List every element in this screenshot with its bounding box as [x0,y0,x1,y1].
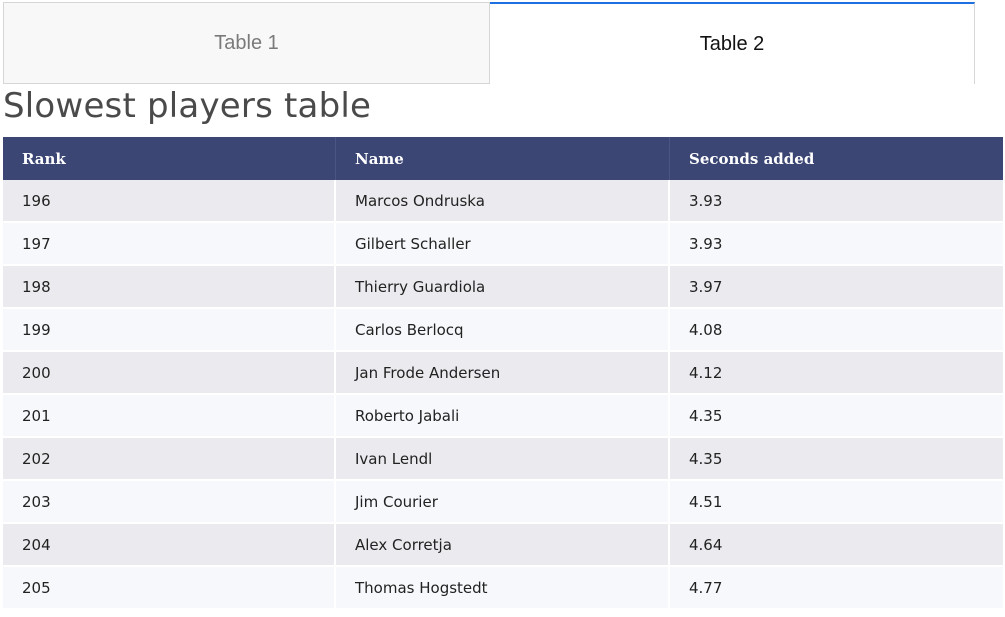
table-row: 204 Alex Corretja 4.64 [3,524,1003,567]
table-row: 205 Thomas Hogstedt 4.77 [3,567,1003,610]
name-cell: Roberto Jabali [336,395,670,438]
tab-bar: Table 1 Table 2 [3,2,975,84]
seconds-added-cell: 4.12 [670,352,1003,395]
rank-cell: 205 [3,567,336,610]
slowest-players-table: Rank Name Seconds added 196 Marcos Ondrus… [3,137,1003,610]
rank-cell: 196 [3,180,336,223]
seconds-added-cell: 4.35 [670,395,1003,438]
seconds-added-cell: 4.64 [670,524,1003,567]
seconds-added-cell: 3.93 [670,180,1003,223]
tab-table-2[interactable]: Table 2 [490,2,975,84]
rank-cell: 201 [3,395,336,438]
table-row: 197 Gilbert Schaller 3.93 [3,223,1003,266]
tab-table-1[interactable]: Table 1 [3,2,490,84]
table-header: Rank Name Seconds added [3,137,1003,180]
table-row: 202 Ivan Lendl 4.35 [3,438,1003,481]
header-row: Rank Name Seconds added [3,137,1003,180]
name-cell: Thierry Guardiola [336,266,670,309]
tab-table-1-label: Table 1 [214,31,279,54]
name-cell: Alex Corretja [336,524,670,567]
players-table-container: Rank Name Seconds added 196 Marcos Ondrus… [3,137,1003,610]
seconds-added-cell: 4.35 [670,438,1003,481]
name-cell: Jim Courier [336,481,670,524]
rank-cell: 204 [3,524,336,567]
seconds-added-cell: 3.97 [670,266,1003,309]
name-cell: Carlos Berlocq [336,309,670,352]
column-header-rank[interactable]: Rank [3,137,336,180]
table-row: 203 Jim Courier 4.51 [3,481,1003,524]
name-cell: Thomas Hogstedt [336,567,670,610]
name-cell: Jan Frode Andersen [336,352,670,395]
name-cell: Gilbert Schaller [336,223,670,266]
seconds-added-cell: 3.93 [670,223,1003,266]
table-body: 196 Marcos Ondruska 3.93 197 Gilbert Schalle… [3,180,1003,610]
column-header-name[interactable]: Name [336,137,670,180]
rank-cell: 197 [3,223,336,266]
column-header-seconds-added[interactable]: Seconds added [670,137,1003,180]
rank-cell: 203 [3,481,336,524]
name-cell: Ivan Lendl [336,438,670,481]
page-title: Slowest players table [3,86,372,126]
table-row: 201 Roberto Jabali 4.35 [3,395,1003,438]
rank-cell: 202 [3,438,336,481]
seconds-added-cell: 4.51 [670,481,1003,524]
seconds-added-cell: 4.08 [670,309,1003,352]
name-cell: Marcos Ondruska [336,180,670,223]
seconds-added-cell: 4.77 [670,567,1003,610]
rank-cell: 198 [3,266,336,309]
table-row: 200 Jan Frode Andersen 4.12 [3,352,1003,395]
tab-table-2-label: Table 2 [699,32,765,55]
table-row: 199 Carlos Berlocq 4.08 [3,309,1003,352]
rank-cell: 200 [3,352,336,395]
table-row: 198 Thierry Guardiola 3.97 [3,266,1003,309]
table-row: 196 Marcos Ondruska 3.93 [3,180,1003,223]
rank-cell: 199 [3,309,336,352]
